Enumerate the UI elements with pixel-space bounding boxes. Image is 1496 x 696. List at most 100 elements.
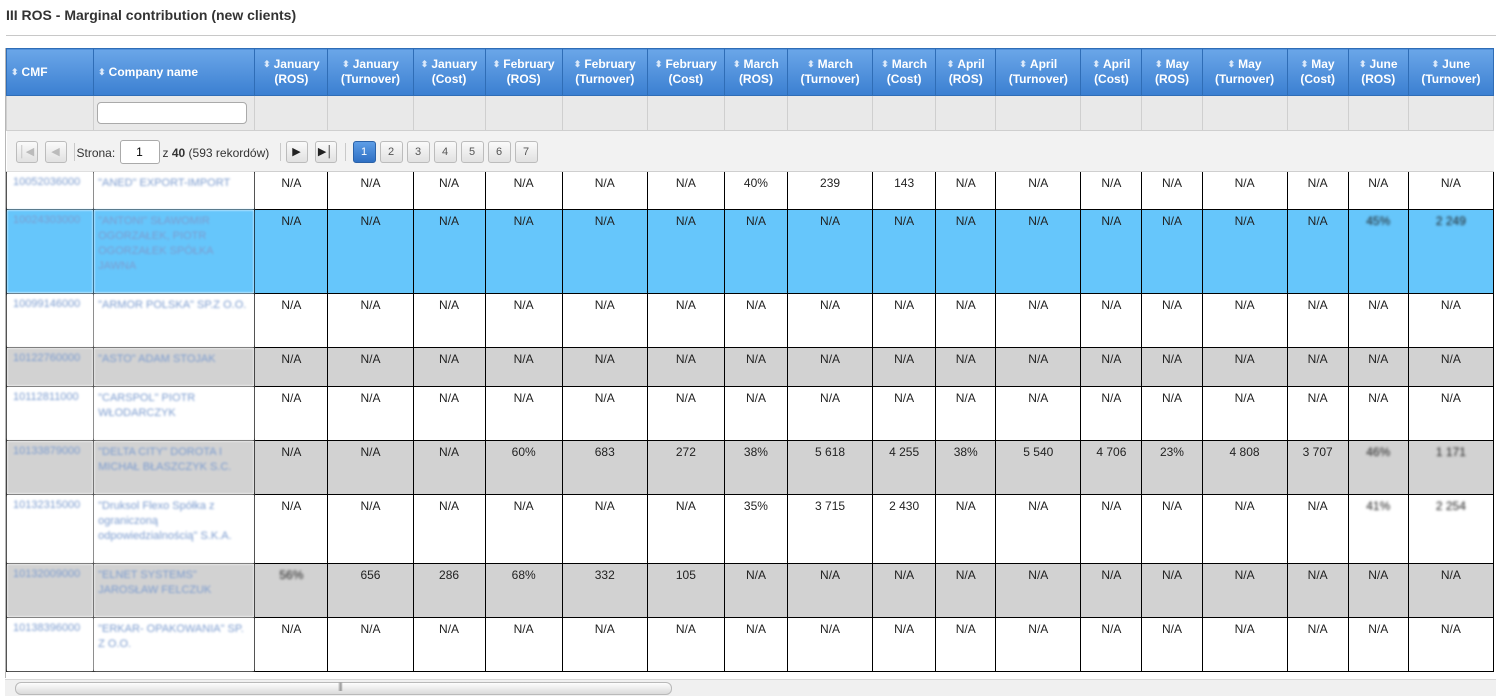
cmf-cell[interactable]: 10133879000 [6,440,95,495]
column-header-label: June [1369,57,1398,71]
table-row[interactable]: 10122760000 "ASTO" ADAM STOJAK N/A N/A N/A N/… [6,347,1495,387]
company-name-cell[interactable]: "Druksol Flexo Spółka z ograniczoną odpo… [93,494,256,564]
cmf-cell[interactable]: 10132009000 [6,563,95,618]
sort-icon: ⬍ [1431,59,1440,69]
column-header-jun_turn[interactable]: ⬍ June (Turnover) [1407,48,1495,96]
value-cell-mar_turn: 3 715 [786,494,874,564]
filter-cell-feb_turn [561,95,648,131]
cell-value: N/A [439,622,460,636]
cmf-cell[interactable]: 10024303000 [6,209,95,294]
page-button-6[interactable]: 6 [487,141,511,163]
column-header-may_cost[interactable]: ⬍ May (Cost) [1286,48,1349,96]
column-header-mar_turn[interactable]: ⬍ March (Turnover) [786,48,874,96]
cell-value: 38% [953,445,978,459]
table-row[interactable]: 10112811000 "CARSPOL" PIOTR WŁODARCZYK N/A… [6,386,1495,441]
page-button-2[interactable]: 2 [379,141,403,163]
value-cell-jan_turn: N/A [327,617,414,672]
page-button-4[interactable]: 4 [433,141,457,163]
column-header-mar_ros[interactable]: ⬍ March (ROS) [723,48,788,96]
column-header-mar_cost[interactable]: ⬍ March (Cost) [872,48,937,96]
cell-value: N/A [594,352,615,366]
cell-value: N/A [1028,568,1049,582]
column-header-feb_ros[interactable]: ⬍ February (ROS) [484,48,563,96]
table-row[interactable]: 10052036000 "ANED" EXPORT-IMPORT N/A N/A N/A… [6,171,1495,210]
last-page-button[interactable]: ▶│ [314,141,337,163]
cmf-cell[interactable]: 10132315000 [6,494,95,564]
first-page-button[interactable]: │◀ [15,141,38,163]
column-header-feb_cost[interactable]: ⬍ February (Cost) [646,48,725,96]
value-cell-apr_ros: N/A [935,386,997,441]
cmf-cell[interactable]: 10112811000 [6,386,95,441]
value-cell-jan_turn: N/A [327,171,414,210]
filter-row [6,95,1495,131]
cmf-cell[interactable]: 10099146000 [6,293,95,348]
cell-value: N/A [439,445,460,459]
cmf-cell[interactable]: 10122760000 [6,347,95,387]
column-header-may_ros[interactable]: ⬍ May (ROS) [1141,48,1203,96]
company-name-filter-input[interactable] [97,102,248,124]
company-name-cell[interactable]: "ELNET SYSTEMS" JAROSŁAW FELCZUK [93,563,256,618]
company-name-cell[interactable]: "DELTA CITY" DOROTA I MICHAŁ BŁASZCZYK S… [93,440,256,495]
cmf-cell[interactable]: 10138396000 [6,617,95,672]
horizontal-scrollbar[interactable]: ||| [5,679,1496,696]
value-cell-mar_cost: 4 255 [872,440,937,495]
company-name-cell[interactable]: "CARSPOL" PIOTR WŁODARCZYK [93,386,256,441]
company-name-cell[interactable]: "ARMOR POLSKA" SP.Z O.O. [93,293,256,348]
table-row[interactable]: 10132009000 "ELNET SYSTEMS" JAROSŁAW FELC… [6,563,1495,618]
value-cell-may_turn: N/A [1201,171,1288,210]
company-name-cell[interactable]: "ANTONI" SŁAWOMIR OGORZAŁEK, PIOTR OGORZ… [93,209,256,294]
cmf-cell[interactable]: 10052036000 [6,171,95,210]
column-header-jan_turn[interactable]: ⬍ January (Turnover) [327,48,414,96]
page-button-1[interactable]: 1 [352,141,376,163]
table-row[interactable]: 10024303000 "ANTONI" SŁAWOMIR OGORZAŁEK, … [6,209,1495,294]
value-cell-jan_ros: N/A [254,293,329,348]
column-header-jan_ros[interactable]: ⬍ January (ROS) [254,48,329,96]
value-cell-may_turn: 4 808 [1201,440,1288,495]
column-header-apr_ros[interactable]: ⬍ April (ROS) [935,48,997,96]
sort-icon: ⬍ [263,59,271,69]
page-button-7[interactable]: 7 [514,141,538,163]
cell-value: N/A [820,622,841,636]
value-cell-may_ros: N/A [1141,386,1203,441]
column-header-may_turn[interactable]: ⬍ May (Turnover) [1201,48,1288,96]
value-cell-may_cost: N/A [1286,563,1349,618]
cell-value: 332 [594,568,615,582]
table-row[interactable]: 10133879000 "DELTA CITY" DOROTA I MICHAŁ … [6,440,1495,495]
table-row[interactable]: 10132315000 "Druksol Flexo Spółka z ogran… [6,494,1495,564]
cell-value: N/A [675,352,696,366]
prev-page-button[interactable]: ◀ [44,141,67,163]
column-header-sublabel: (ROS) [948,72,983,86]
next-page-button[interactable]: ▶ [285,141,308,163]
cell-value: N/A [1440,176,1461,190]
cell-value: N/A [1161,391,1182,405]
sort-icon: ⬍ [1300,59,1309,69]
filter-cell-may_turn [1201,95,1288,131]
page-button-5[interactable]: 5 [460,141,484,163]
cell-value: N/A [820,568,841,582]
value-cell-mar_turn: 5 618 [786,440,874,495]
company-name-cell[interactable]: "ASTO" ADAM STOJAK [93,347,256,387]
column-header-feb_turn[interactable]: ⬍ February (Turnover) [561,48,648,96]
column-header-jun_ros[interactable]: ⬍ June (ROS) [1347,48,1409,96]
column-header-cmf[interactable]: ⬍ CMF [6,48,95,96]
scrollbar-thumb[interactable]: ||| [15,681,672,695]
value-cell-mar_turn: N/A [786,617,874,672]
cell-value: N/A [360,445,381,459]
next-page-icon: ▶ [292,146,301,158]
value-cell-feb_cost: N/A [646,386,725,441]
column-header-apr_turn[interactable]: ⬍ April (Turnover) [995,48,1082,96]
column-header-jan_cost[interactable]: ⬍ January (Cost) [412,48,486,96]
company-name-cell[interactable]: "ERKAR- OPAKOWANIA" SP. Z O.O. [93,617,256,672]
company-name-cell[interactable]: "ANED" EXPORT-IMPORT [93,171,256,210]
table-row[interactable]: 10138396000 "ERKAR- OPAKOWANIA" SP. Z O.O… [6,617,1495,672]
table-row[interactable]: 10099146000 "ARMOR POLSKA" SP.Z O.O. N/A N/… [6,293,1495,348]
column-header-apr_cost[interactable]: ⬍ April (Cost) [1080,48,1143,96]
cell-value: N/A [894,352,915,366]
value-cell-apr_ros: N/A [935,563,997,618]
page-button-3[interactable]: 3 [406,141,430,163]
page-number-input[interactable]: 1 [119,140,160,164]
value-cell-may_cost: N/A [1286,494,1349,564]
column-header-name[interactable]: ⬍ Company name [93,48,256,96]
cell-value: N/A [513,352,534,366]
column-header-label: Company name [108,64,199,79]
